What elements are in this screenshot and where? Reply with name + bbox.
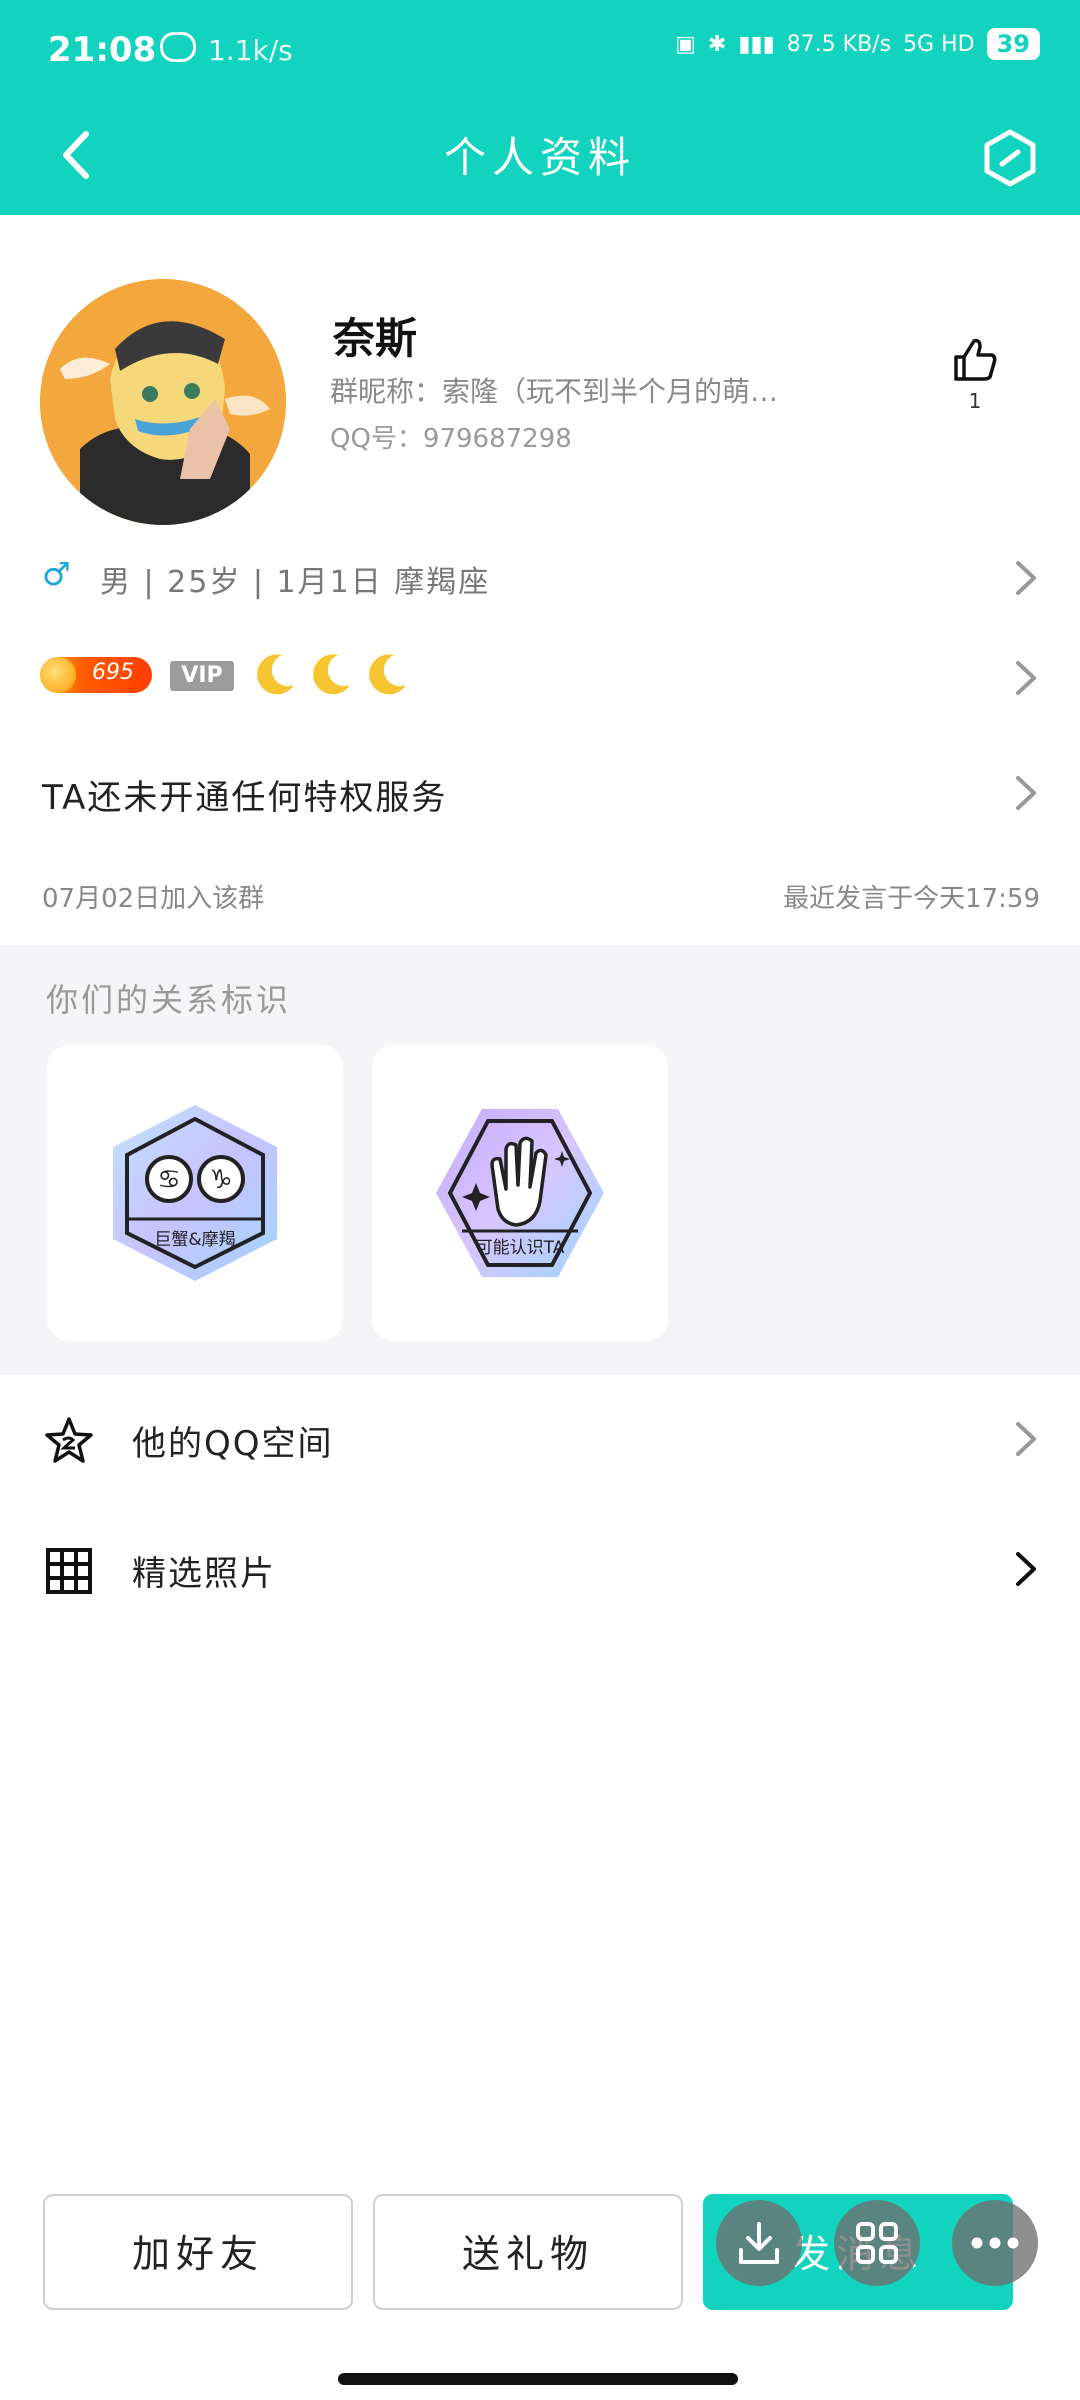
join-date: 07月02日加入该群 <box>42 884 265 914</box>
download-icon <box>739 2222 779 2264</box>
navigation-bar: 个人资料 <box>0 100 1080 215</box>
basic-info-row[interactable]: ♂ 男 | 25岁 | 1月1日 摩羯座 <box>0 547 1080 607</box>
svg-text:♋: ♋ <box>157 1165 180 1195</box>
group-nickname: 群昵称：索隆（玩不到半个月的萌… <box>330 375 779 408</box>
status-bar: 21:08 1.1k/s ▣ ✱ ▮▮▮ 87.5 KB/s 5G HD 39 <box>0 0 1080 100</box>
qzone-label: 他的QQ空间 <box>132 1424 334 1464</box>
zodiac-badge-icon: ♋ ♑ 巨蟹&摩羯 <box>113 1105 277 1281</box>
qzone-menu-item[interactable]: 他的QQ空间 <box>0 1378 1080 1498</box>
sim-icon: ▣ <box>675 31 696 57</box>
relation-badge-zodiac[interactable]: ♋ ♑ 巨蟹&摩羯 <box>47 1045 343 1341</box>
photos-menu-item[interactable]: 精选照片 <box>0 1508 1080 1628</box>
privilege-text: TA还未开通任何特权服务 <box>42 778 448 818</box>
network-type: 5G HD <box>903 31 975 57</box>
chevron-right-icon <box>1016 661 1036 695</box>
relation-badge-may-know[interactable]: 可能认识TA <box>372 1045 668 1341</box>
more-dots-icon <box>971 2237 1019 2249</box>
chevron-right-icon <box>1016 1422 1036 1456</box>
level-points: 695 <box>92 660 134 685</box>
qq-number[interactable]: QQ号：979687298 <box>330 418 572 455</box>
status-time: 21:08 <box>48 30 157 70</box>
moon-icon <box>257 654 294 695</box>
network-speed: 1.1k/s <box>208 34 293 67</box>
svg-text:♑: ♑ <box>209 1165 232 1195</box>
wave-hand-badge-icon: 可能认识TA <box>436 1109 604 1277</box>
status-right: ▣ ✱ ▮▮▮ 87.5 KB/s 5G HD 39 <box>675 28 1040 60</box>
grid-icon <box>46 1548 92 1594</box>
profile-section: 奈斯 群昵称：索隆（玩不到半个月的萌… QQ号：979687298 1 ♂ 男 … <box>0 215 1080 945</box>
download-button[interactable] <box>716 2200 802 2286</box>
may-know-badge-label: 可能认识TA <box>476 1238 565 1258</box>
chevron-right-icon <box>1016 776 1036 810</box>
signal-icon: ▮▮▮ <box>738 31 775 57</box>
sun-level-icon <box>40 657 76 693</box>
moon-icon <box>313 654 350 695</box>
battery-indicator: 39 <box>986 28 1040 60</box>
more-button[interactable] <box>952 2200 1038 2286</box>
home-indicator[interactable] <box>338 2373 738 2385</box>
like-button[interactable]: 1 <box>940 335 1010 435</box>
add-friend-button[interactable]: 加好友 <box>43 2194 353 2310</box>
relation-title: 你们的关系标识 <box>46 981 292 1019</box>
hexagon-settings-icon <box>984 129 1036 187</box>
level-badge: 695 <box>40 657 152 693</box>
send-gift-button[interactable]: 送礼物 <box>373 2194 683 2310</box>
chevron-right-icon <box>1016 1552 1036 1586</box>
avatar-image <box>40 279 286 525</box>
profile-name: 奈斯 <box>333 314 418 363</box>
zodiac-badge-label: 巨蟹&摩羯 <box>154 1230 235 1250</box>
moon-level-icons <box>252 651 410 697</box>
thumbs-up-icon <box>954 338 997 381</box>
group-activity-row: 07月02日加入该群 最近发言于今天17:59 <box>0 872 1080 922</box>
bottom-action-bar: 加好友 送礼物 发消息 <box>0 2180 1080 2360</box>
relation-section: 你们的关系标识 ♋ ♑ 巨蟹&摩羯 可能认识TA <box>0 945 1080 1375</box>
last-speak-time: 最近发言于今天17:59 <box>783 884 1040 914</box>
avatar[interactable] <box>40 279 286 525</box>
photos-label: 精选照片 <box>132 1554 276 1594</box>
page-title: 个人资料 <box>443 133 636 182</box>
like-count: 1 <box>968 389 982 413</box>
vip-badge: VIP <box>170 661 234 691</box>
star-icon <box>45 1417 93 1463</box>
male-gender-icon: ♂ <box>42 555 71 593</box>
basic-info-text: 男 | 25岁 | 1月1日 摩羯座 <box>100 565 491 600</box>
apps-grid-icon <box>856 2222 898 2264</box>
network-rate: 87.5 KB/s <box>786 31 892 57</box>
chevron-right-icon <box>1016 561 1036 595</box>
settings-button[interactable] <box>970 118 1050 198</box>
level-row[interactable]: 695 VIP <box>0 645 1080 715</box>
moon-icon <box>369 654 406 695</box>
apps-button[interactable] <box>834 2200 920 2286</box>
bluetooth-icon: ✱ <box>707 31 727 57</box>
message-notification-icon <box>160 32 196 62</box>
privilege-row[interactable]: TA还未开通任何特权服务 <box>0 760 1080 830</box>
